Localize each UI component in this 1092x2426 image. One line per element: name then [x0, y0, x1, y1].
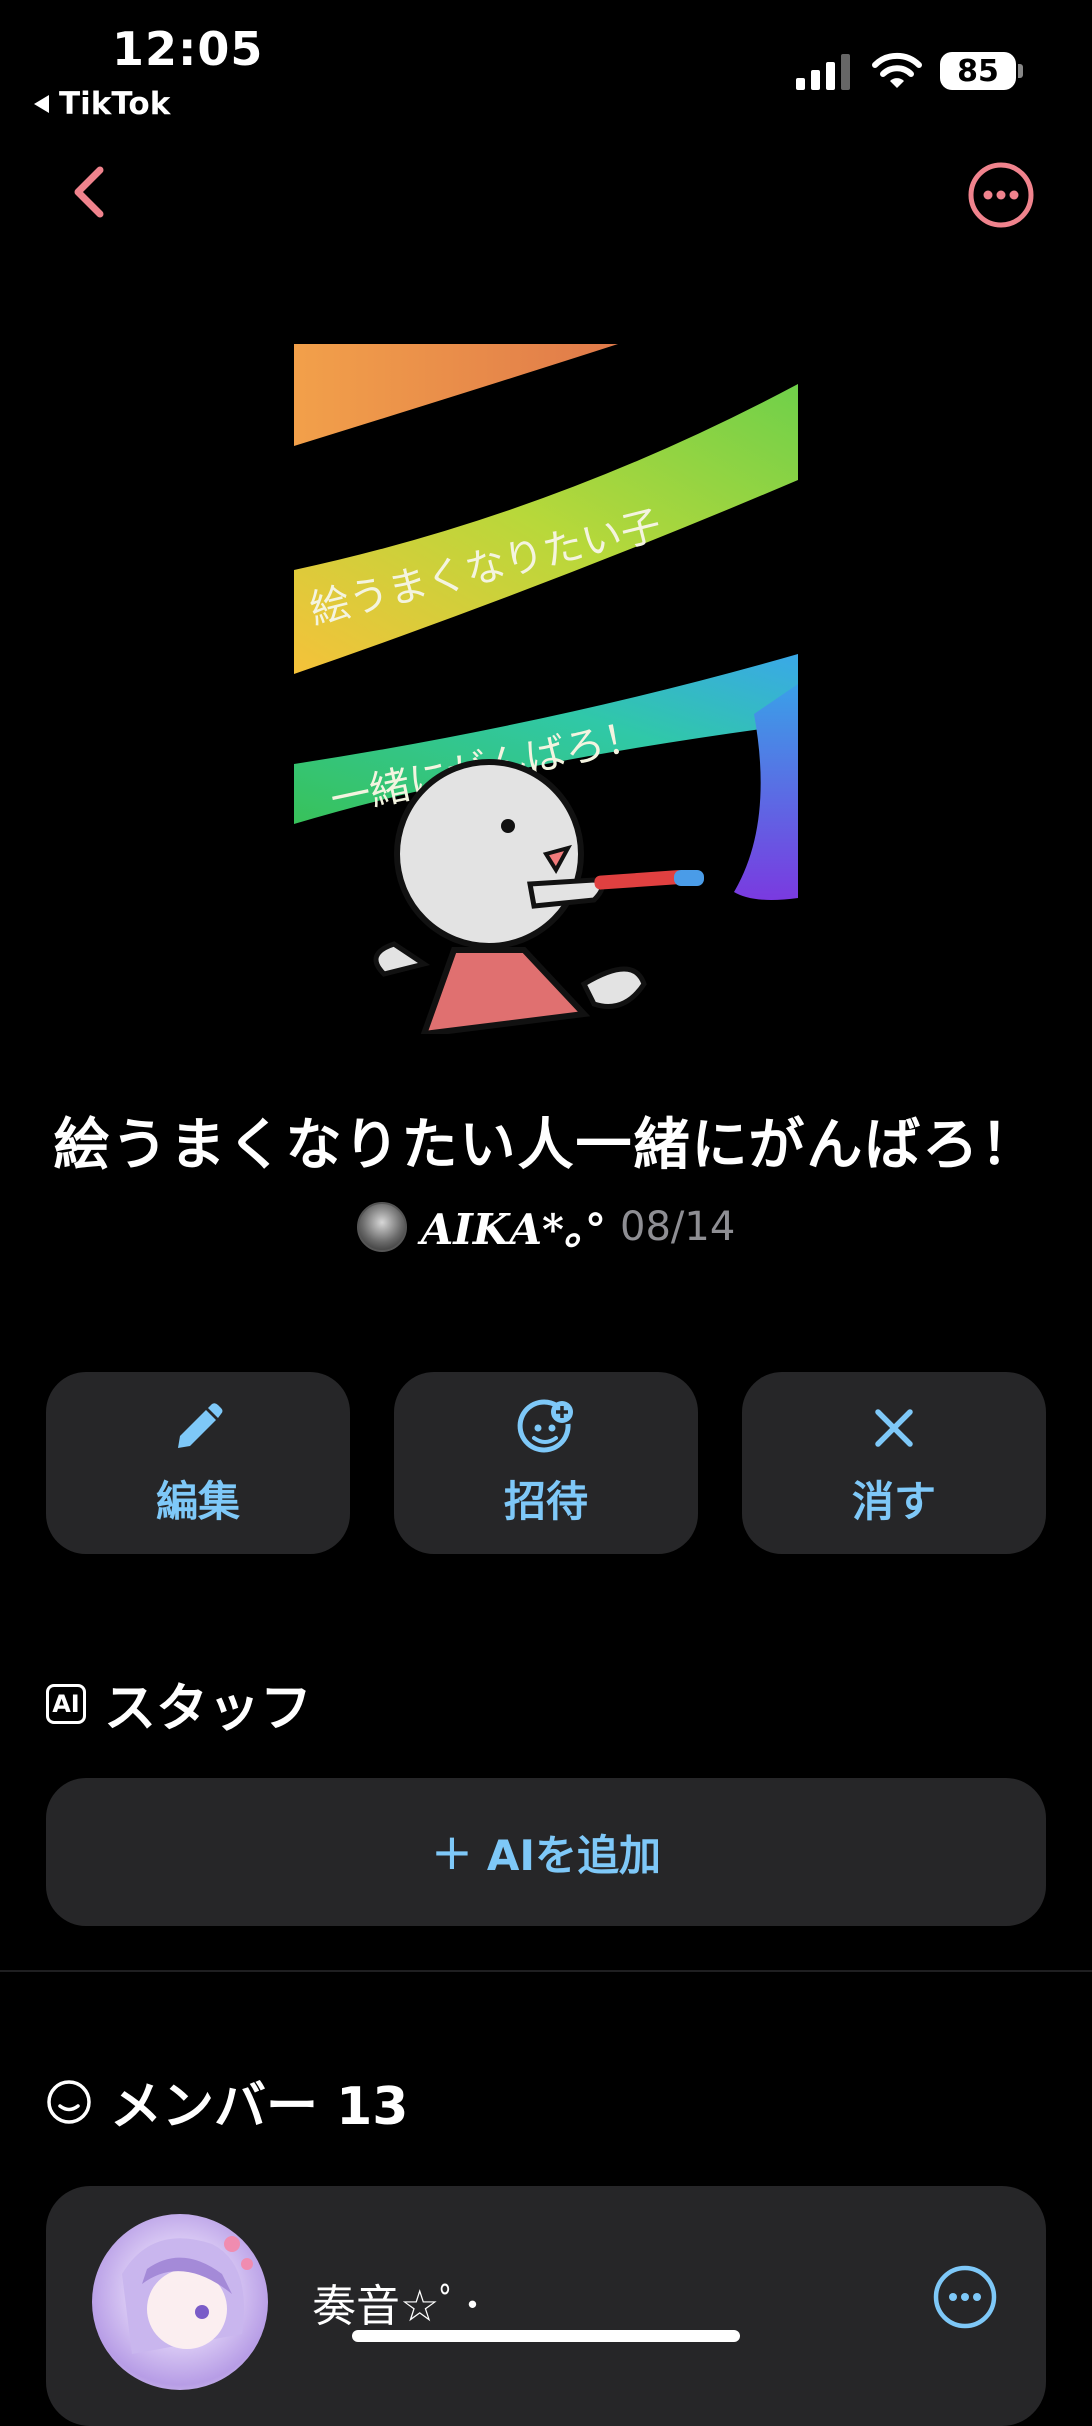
home-indicator[interactable]	[352, 2330, 740, 2342]
group-artwork-image: 絵うまくなりたい子 一緒にがんばろ！	[294, 344, 798, 1034]
section-divider	[0, 1970, 1092, 1972]
member-more-icon[interactable]	[932, 2264, 998, 2330]
back-triangle-icon	[34, 95, 49, 113]
back-chevron-icon[interactable]	[64, 162, 124, 222]
invite-button-label: 招待	[503, 1476, 588, 1526]
members-heading: メンバー 13	[110, 2077, 409, 2137]
edit-button-label: 編集	[155, 1476, 240, 1526]
invite-button[interactable]: 招待	[394, 1372, 698, 1554]
more-options-icon[interactable]	[966, 160, 1036, 230]
back-app-label: TikTok	[59, 86, 171, 122]
invite-icon	[517, 1398, 573, 1452]
status-time: 12:05	[112, 22, 264, 76]
pencil-icon	[178, 1402, 223, 1448]
add-ai-button[interactable]: + AIを追加	[46, 1778, 1046, 1926]
close-icon	[875, 1408, 913, 1447]
staff-section-header: AI スタッフ	[46, 1666, 312, 1741]
battery-indicator: 85	[940, 52, 1016, 90]
edit-button[interactable]: 編集	[46, 1372, 350, 1554]
author-name[interactable]: 𝑨𝑰𝑲𝑨*｡°	[421, 1196, 606, 1257]
wifi-icon	[872, 52, 922, 88]
add-ai-label: AIを追加	[486, 1830, 662, 1880]
battery-cap	[1018, 64, 1023, 78]
ai-badge-icon: AI	[46, 1683, 86, 1724]
author-row[interactable]: 𝑨𝑰𝑲𝑨*｡° 08/14	[0, 1196, 1092, 1257]
delete-button[interactable]: 消す	[742, 1372, 1046, 1554]
plus-icon: +	[430, 1823, 473, 1881]
member-name[interactable]: 奏音☆ﾟ･	[312, 2270, 483, 2334]
smile-icon	[47, 2079, 91, 2124]
post-date: 08/14	[620, 1203, 736, 1250]
back-to-app-link[interactable]: TikTok	[34, 86, 170, 122]
staff-heading: スタッフ	[104, 1679, 313, 1739]
cellular-signal-icon	[796, 50, 850, 90]
group-title: 絵うまくなりたい人一緒にがんばろ！	[53, 1113, 1039, 1178]
members-section-header: メンバー 13	[46, 2064, 408, 2139]
delete-button-label: 消す	[851, 1476, 936, 1526]
author-avatar[interactable]	[356, 1201, 407, 1252]
